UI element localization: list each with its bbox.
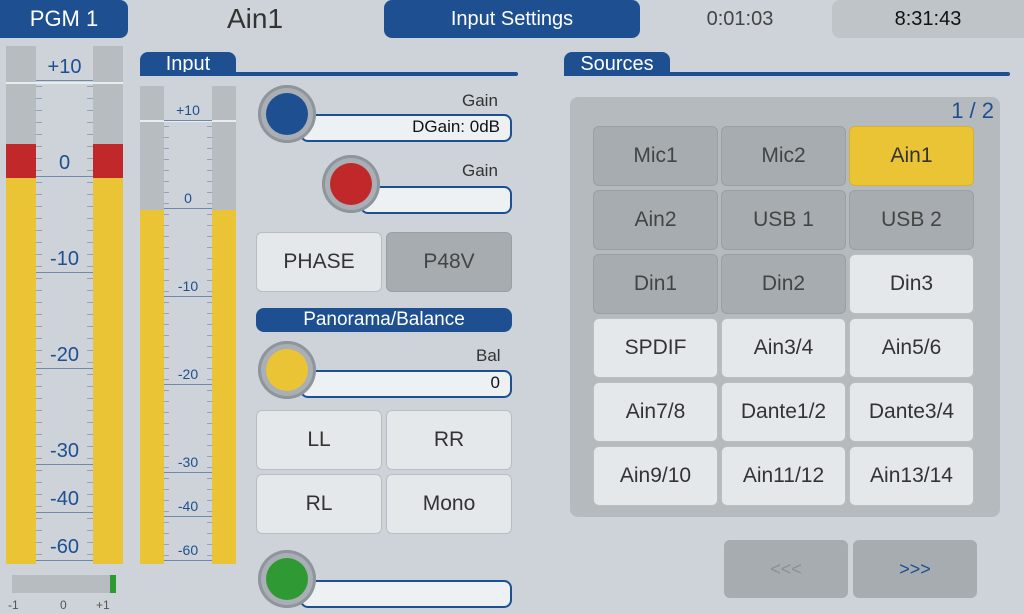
source-button[interactable]: Ain11/12 — [721, 446, 846, 506]
bal-field[interactable]: 0 — [300, 370, 512, 398]
input-meter-left-bar — [140, 86, 164, 564]
sources-section-line — [564, 72, 1010, 76]
program-meter: +10 0 -10 -20 -30 -40 -60 — [0, 46, 130, 566]
sources-page-indicator: 1 / 2 — [951, 98, 994, 123]
source-button[interactable]: Dante1/2 — [721, 382, 846, 442]
program-meter-tick — [36, 560, 93, 561]
source-button[interactable]: Ain9/10 — [593, 446, 718, 506]
balance-indicator — [12, 575, 116, 593]
program-meter-tick — [36, 272, 93, 273]
program-meter-scale-label: -30 — [50, 440, 79, 462]
source-button[interactable]: Ain2 — [593, 190, 718, 250]
bal-value: 0 — [490, 373, 500, 392]
channel-name: Ain1 — [226, 3, 284, 34]
gain1-label: Gain — [462, 91, 498, 110]
program-meter-scale-label: -40 — [50, 488, 79, 510]
clock: 8:31:43 — [832, 0, 1024, 38]
program-meter-scale-label: 0 — [58, 152, 71, 174]
pan-ll-button[interactable]: LL — [256, 410, 382, 470]
program-selector[interactable]: PGM 1 — [0, 0, 128, 38]
pan-mono-button[interactable]: Mono — [386, 474, 512, 534]
bottom-knob[interactable] — [258, 550, 316, 608]
input-meter-tick — [164, 516, 212, 517]
source-button[interactable]: Mic1 — [593, 126, 718, 186]
sources-next-button[interactable]: >>> — [853, 540, 977, 598]
program-meter-tick — [36, 368, 93, 369]
source-button[interactable]: Ain1 — [849, 126, 974, 186]
sources-prev-button[interactable]: <<< — [724, 540, 848, 598]
input-meter-scale-label: 0 — [184, 190, 192, 206]
bottom-field[interactable] — [300, 580, 512, 608]
program-meter-tick — [36, 176, 93, 177]
source-button[interactable]: Mic2 — [721, 126, 846, 186]
input-meter-tick — [164, 384, 212, 385]
gain2-field[interactable] — [360, 186, 512, 214]
gain2-knob[interactable] — [322, 155, 380, 213]
program-meter-right-bar — [93, 46, 123, 564]
source-button[interactable]: Ain7/8 — [593, 382, 718, 442]
pan-rr-button[interactable]: RR — [386, 410, 512, 470]
program-meter-scale-label: +10 — [47, 56, 82, 78]
balance-scale-left: -1 — [8, 598, 19, 612]
balance-indicator-fill — [110, 575, 116, 593]
input-meter: +10 0 -10 -20 -30 -40 -60 — [140, 86, 240, 564]
program-meter-tick — [36, 464, 93, 465]
input-meter-tick — [164, 472, 212, 473]
input-meter-scale-label: -30 — [177, 454, 199, 470]
input-section-line — [140, 72, 518, 76]
bal-knob[interactable] — [258, 341, 316, 399]
input-meter-tick — [164, 296, 212, 297]
balance-scale-right: +1 — [96, 598, 110, 612]
input-meter-scale-label: -60 — [177, 542, 199, 558]
balance-scale-center: 0 — [60, 598, 67, 612]
pan-rl-button[interactable]: RL — [256, 474, 382, 534]
input-settings-button[interactable]: Input Settings — [384, 0, 640, 38]
program-meter-tick — [36, 80, 93, 81]
gain1-knob[interactable] — [258, 85, 316, 143]
input-meter-scale-label: -20 — [177, 366, 199, 382]
program-meter-scale-label: -60 — [50, 536, 79, 558]
input-meter-scale-label: +10 — [176, 102, 200, 118]
source-button[interactable]: Ain5/6 — [849, 318, 974, 378]
phase-button[interactable]: PHASE — [256, 232, 382, 292]
source-button[interactable]: USB 1 — [721, 190, 846, 250]
source-button[interactable]: Din2 — [721, 254, 846, 314]
program-meter-tick — [36, 512, 93, 513]
gain1-field[interactable]: DGain: 0dB — [300, 114, 512, 142]
input-meter-scale-label: -40 — [177, 498, 199, 514]
source-button[interactable]: Din1 — [593, 254, 718, 314]
p48v-button[interactable]: P48V — [386, 232, 512, 292]
input-meter-scale-label: -10 — [177, 278, 199, 294]
source-button[interactable]: Din3 — [849, 254, 974, 314]
input-meter-tick — [164, 560, 212, 561]
program-meter-scale-label: -10 — [50, 248, 79, 270]
source-button[interactable]: Ain3/4 — [721, 318, 846, 378]
gain1-value: DGain: 0dB — [412, 117, 500, 136]
program-meter-scale-label: -20 — [50, 344, 79, 366]
panorama-title: Panorama/Balance — [256, 308, 512, 332]
input-meter-tick — [164, 208, 212, 209]
source-button[interactable]: Dante3/4 — [849, 382, 974, 442]
source-button[interactable]: Ain13/14 — [849, 446, 974, 506]
source-button[interactable]: SPDIF — [593, 318, 718, 378]
gain2-label: Gain — [462, 161, 498, 180]
program-meter-left-bar — [6, 46, 36, 564]
input-meter-right-bar — [212, 86, 236, 564]
bal-label: Bal — [476, 346, 501, 365]
elapsed-time: 0:01:03 — [706, 7, 774, 30]
source-button[interactable]: USB 2 — [849, 190, 974, 250]
input-meter-tick — [164, 120, 212, 121]
